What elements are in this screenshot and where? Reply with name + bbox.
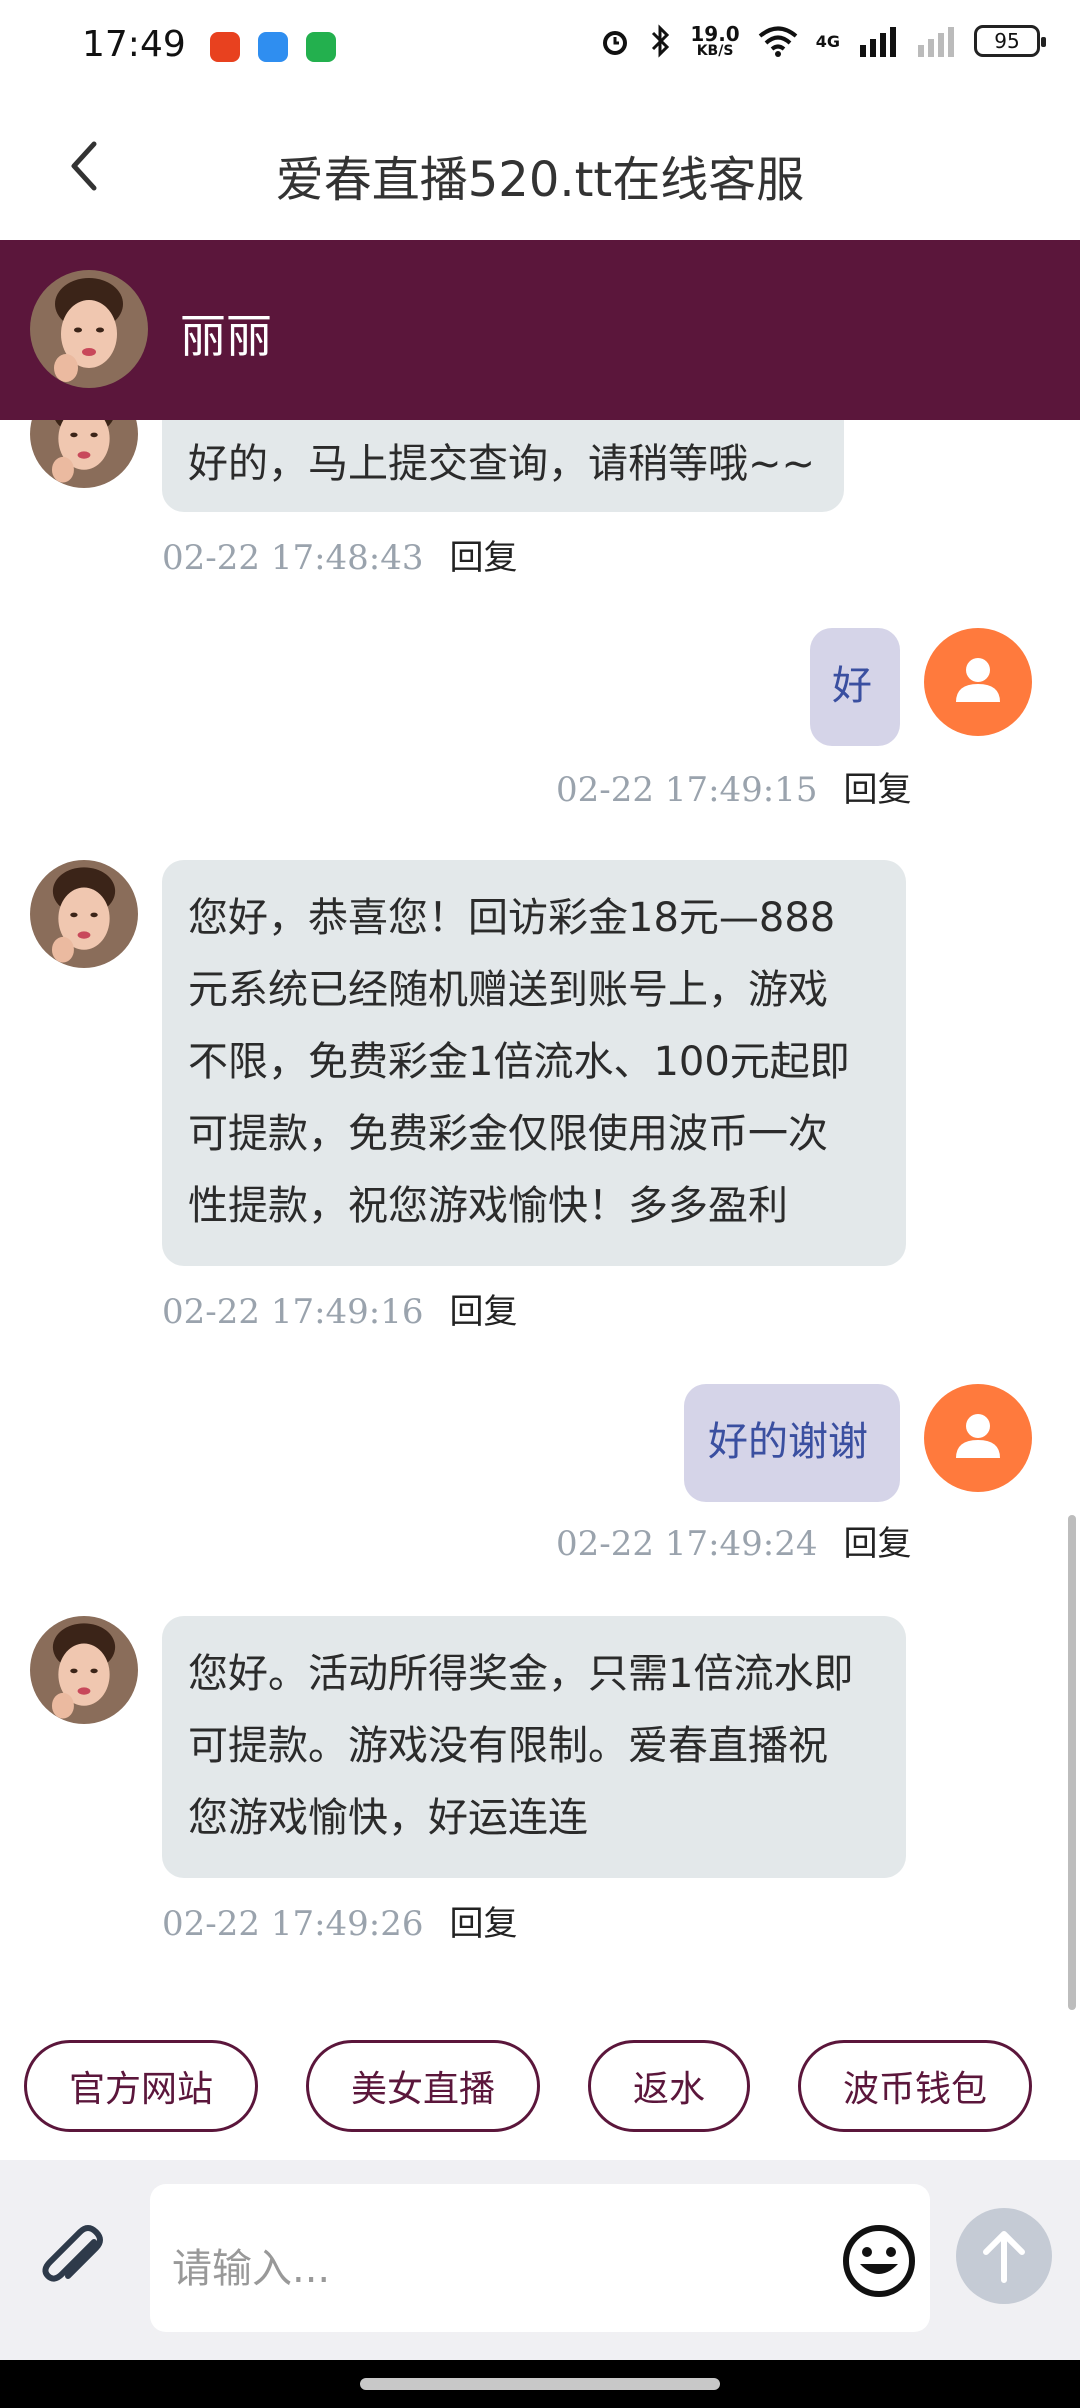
agent-avatar-small (30, 420, 138, 488)
message-bubble: 好 (810, 628, 900, 746)
system-nav-bar (0, 2360, 1080, 2408)
reply-button[interactable]: 回复 (844, 770, 912, 810)
message-text: 好的，马上提交查询，请稍等哦~~ (188, 441, 816, 487)
message-text-line: 不限，免费彩金1倍流水、100元起即 (188, 1039, 850, 1085)
message-time: 02-22 17:49:15 (556, 770, 818, 810)
chat-area[interactable]: 好的，马上提交查询，请稍等哦~~ 02-22 17:48:43 回复 好 02-2… (0, 420, 1080, 2010)
message-meta: 02-22 17:48:43 回复 (162, 530, 518, 579)
user-avatar (924, 628, 1032, 736)
message-text: 好 (832, 663, 872, 709)
message-input[interactable]: 请输入... (150, 2184, 930, 2332)
status-bar: 17:49 19.0 KB/S 4G 95 (0, 0, 1080, 96)
message-bubble: 好的，马上提交查询，请稍等哦~~ (162, 420, 844, 512)
user-icon (956, 658, 1000, 702)
wifi-icon (758, 26, 798, 57)
agent-avatar-small (30, 1616, 138, 1724)
status-time: 17:49 (82, 24, 186, 65)
battery-level: 95 (994, 29, 1020, 53)
page-title: 爱春直播520.tt在线客服 (275, 152, 805, 208)
message-time: 02-22 17:49:16 (162, 1292, 424, 1332)
alarm-icon (603, 31, 628, 55)
signal-label: 4G (815, 31, 840, 51)
quick-action-live[interactable]: 美女直播 (306, 2040, 540, 2132)
message-meta: 02-22 17:49:26 回复 (162, 1896, 518, 1945)
quick-action-wallet[interactable]: 波币钱包 (798, 2040, 1032, 2132)
send-button[interactable] (956, 2208, 1052, 2304)
reply-button[interactable]: 回复 (450, 1292, 518, 1332)
message-bubble: 您好。活动所得奖金，只需1倍流水即 可提款。游戏没有限制。爱春直播祝 您游戏愉快… (162, 1616, 906, 1878)
message-text-line: 可提款。游戏没有限制。爱春直播祝 (188, 1723, 828, 1769)
reply-button[interactable]: 回复 (844, 1524, 912, 1564)
battery-indicator: 95 (974, 25, 1046, 57)
bluetooth-icon (652, 24, 670, 58)
reply-button[interactable]: 回复 (450, 538, 518, 578)
message-text-line: 性提款，祝您游戏愉快！多多盈利 (188, 1183, 788, 1229)
weibo-app-icon (210, 32, 240, 62)
input-bar: 请输入... (0, 2160, 1080, 2360)
user-avatar (924, 1384, 1032, 1492)
arrow-up-icon (983, 2231, 1025, 2283)
feather-app-icon (258, 32, 288, 62)
status-indicators: 19.0 KB/S 4G 95 (598, 24, 1046, 58)
message-text: 好的谢谢 (708, 1419, 868, 1465)
signal-weak-icon (918, 27, 954, 57)
network-speed-unit: KB/S (696, 43, 734, 59)
message-time: 02-22 17:48:43 (162, 538, 424, 578)
message-text-line: 您好，恭喜您！回访彩金18元—888 (188, 895, 836, 941)
agent-name: 丽丽 (180, 309, 272, 363)
message-time: 02-22 17:49:26 (162, 1904, 424, 1944)
network-speed-value: 19.0 (690, 22, 740, 46)
signal-icon (860, 27, 896, 57)
emoji-icon[interactable] (840, 2222, 918, 2300)
message-text-line: 元系统已经随机赠送到账号上，游戏 (188, 967, 828, 1013)
attachment-icon[interactable] (34, 2222, 112, 2300)
chat-scrollbar[interactable] (1068, 1515, 1076, 2010)
quick-action-rebate[interactable]: 返水 (588, 2040, 750, 2132)
message-text-line: 您好。活动所得奖金，只需1倍流水即 (188, 1651, 854, 1697)
message-bubble: 好的谢谢 (684, 1384, 900, 1502)
message-app-icon (306, 32, 336, 62)
message-time: 02-22 17:49:24 (556, 1524, 818, 1564)
message-text-line: 您游戏愉快，好运连连 (188, 1795, 588, 1841)
message-meta: 02-22 17:49:16 回复 (162, 1284, 518, 1333)
quick-action-official-site[interactable]: 官方网站 (24, 2040, 258, 2132)
reply-button[interactable]: 回复 (450, 1904, 518, 1944)
agent-header: 丽丽 (0, 240, 1080, 420)
agent-avatar (30, 270, 148, 388)
message-text-line: 可提款，免费彩金仅限使用波币一次 (188, 1111, 828, 1157)
agent-avatar-small (30, 860, 138, 968)
message-bubble: 您好，恭喜您！回访彩金18元—888 元系统已经随机赠送到账号上，游戏 不限，免… (162, 860, 906, 1266)
title-bar: 爱春直播520.tt在线客服 (0, 96, 1080, 240)
home-indicator[interactable] (360, 2378, 720, 2390)
input-placeholder: 请输入... (172, 2246, 331, 2292)
network-speed: 19.0 KB/S (690, 24, 739, 58)
message-meta: 02-22 17:49:24 回复 (556, 1516, 912, 1565)
quick-actions: 官方网站 美女直播 返水 波币钱包 (0, 2010, 1080, 2160)
user-icon (956, 1414, 1000, 1458)
message-meta: 02-22 17:49:15 回复 (556, 762, 912, 811)
notification-icons (210, 32, 336, 62)
